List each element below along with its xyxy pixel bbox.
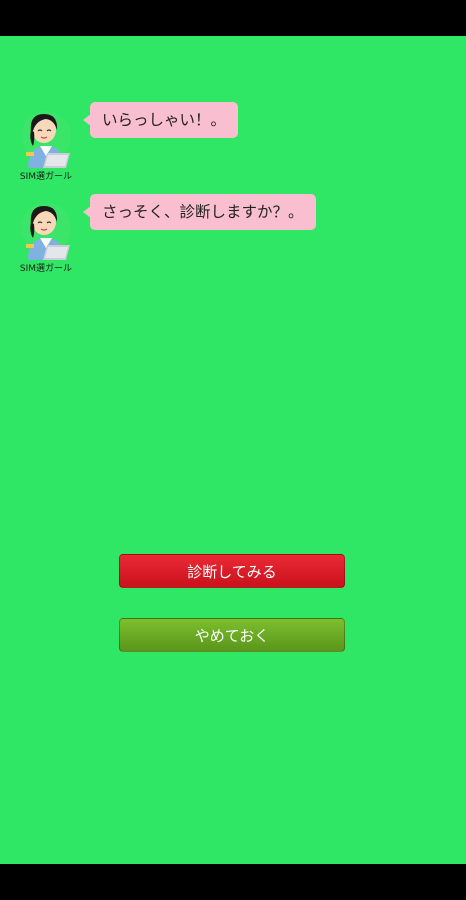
status-bar [0,0,466,36]
office-girl-with-laptop-icon [20,106,72,168]
chat-message: SIM選ガール さっそく、診断しますか？。 [10,194,450,280]
chat-screen: SIM選ガール いらっしゃい！。 SIM選ガール さっそく、診断しますか？。 診… [0,36,466,864]
diagnose-button[interactable]: 診断してみる [119,554,345,588]
message-bubble: いらっしゃい！。 [82,102,239,138]
sender-name: SIM選ガール [19,264,73,274]
navigation-bar [0,864,466,900]
sender-name: SIM選ガール [19,172,73,182]
office-girl-with-laptop-icon [20,198,72,260]
cancel-button[interactable]: やめておく [119,618,345,652]
chat-message: SIM選ガール いらっしゃい！。 [10,102,450,188]
message-bubble: さっそく、診断しますか？。 [83,194,316,230]
